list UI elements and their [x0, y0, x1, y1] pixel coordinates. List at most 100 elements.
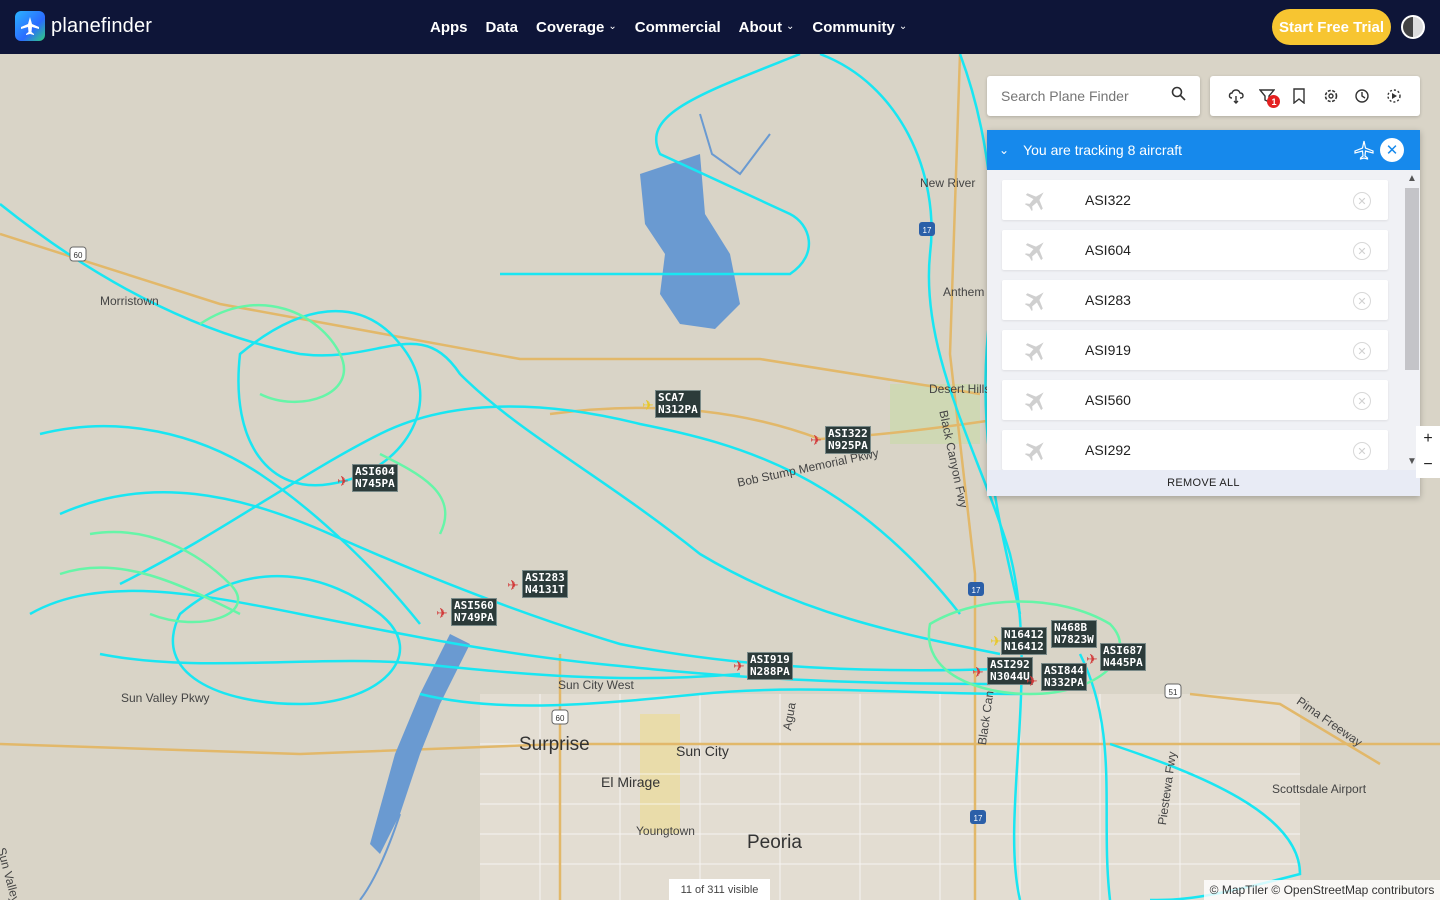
logo-text: planefinder: [51, 14, 153, 37]
start-free-trial-button[interactable]: Start Free Trial: [1272, 9, 1391, 45]
place-label: Sun Valley Pkwy: [121, 691, 210, 705]
settings-icon[interactable]: [1321, 86, 1341, 106]
aircraft-callsign: ASI560: [1085, 392, 1131, 408]
remove-icon[interactable]: ✕: [1353, 442, 1371, 460]
tracking-panel-header[interactable]: ⌄ You are tracking 8 aircraft ✕: [987, 130, 1420, 170]
route-shield-label: 17: [974, 814, 983, 823]
aircraft-callsign: ASI322: [1085, 192, 1131, 208]
aircraft-label[interactable]: ASI560 N749PA: [451, 598, 497, 626]
nav-apps-label: Apps: [430, 18, 468, 36]
place-label: Sun City West: [558, 678, 634, 692]
remove-all-button[interactable]: REMOVE ALL: [987, 470, 1420, 496]
place-label: Surprise: [519, 734, 590, 755]
aircraft-label[interactable]: ASI322 N925PA: [825, 426, 871, 454]
playback-icon[interactable]: [1384, 86, 1404, 106]
logo[interactable]: planefinder: [15, 11, 152, 41]
aircraft-label[interactable]: N16412 N16412: [1001, 627, 1047, 655]
list-item[interactable]: ASI919 ✕: [1002, 330, 1388, 370]
history-icon[interactable]: [1352, 86, 1372, 106]
route-shield-label: 60: [556, 714, 565, 723]
bookmark-icon[interactable]: [1289, 86, 1309, 106]
aircraft-icon[interactable]: ✈: [505, 577, 521, 593]
aircraft-label[interactable]: ASI283 N4131T: [522, 570, 568, 598]
list-item[interactable]: ASI292 ✕: [1002, 430, 1388, 470]
urban-area: [480, 694, 1300, 900]
registration: N925PA: [828, 439, 868, 452]
aircraft-icon[interactable]: ✈: [640, 397, 656, 413]
plane-icon: [1024, 338, 1048, 367]
search-input[interactable]: [1001, 88, 1161, 104]
nav-about[interactable]: About ⌄: [739, 19, 795, 36]
aircraft-label[interactable]: SCA7 N312PA: [655, 390, 701, 418]
remove-icon[interactable]: ✕: [1353, 242, 1371, 260]
aircraft-callsign: ASI292: [1085, 442, 1131, 458]
main-nav: Apps Data Coverage ⌄ Commercial About ⌄ Co…: [430, 0, 925, 54]
place-label: Scottsdale Airport: [1272, 782, 1367, 796]
search-box: [987, 76, 1200, 116]
aircraft-icon[interactable]: ✈: [970, 664, 986, 680]
route-shield-51: 51: [1164, 683, 1182, 699]
aircraft-label[interactable]: N468B N7823W: [1051, 620, 1097, 648]
list-item[interactable]: ASI322 ✕: [1002, 180, 1388, 220]
chevron-down-icon: ⌄: [785, 20, 795, 32]
aircraft-label[interactable]: ASI919 N288PA: [747, 652, 793, 680]
place-label: El Mirage: [601, 774, 661, 790]
nav-commercial[interactable]: Commercial: [635, 19, 721, 36]
registration: N445PA: [1103, 656, 1143, 669]
plane-icon: [1024, 388, 1048, 417]
remove-icon[interactable]: ✕: [1353, 192, 1371, 210]
nav-community-label: Community: [812, 18, 895, 36]
registration: N4131T: [525, 583, 565, 596]
close-icon[interactable]: ✕: [1380, 138, 1404, 162]
place-label: Morristown: [100, 294, 159, 308]
zoom-out-button[interactable]: −: [1423, 456, 1432, 474]
scroll-up-icon[interactable]: ▲: [1406, 173, 1418, 185]
filter-icon[interactable]: 1: [1257, 86, 1281, 108]
chevron-down-icon: ⌄: [898, 20, 908, 32]
aircraft-icon[interactable]: ✈: [731, 658, 747, 674]
nav-community[interactable]: Community ⌄: [812, 19, 907, 36]
registration: N332PA: [1044, 676, 1084, 689]
aircraft-icon[interactable]: ✈: [808, 432, 824, 448]
remove-icon[interactable]: ✕: [1353, 342, 1371, 360]
zoom-control: + −: [1416, 426, 1440, 478]
map-attribution[interactable]: © MapTiler © OpenStreetMap contributors: [1204, 880, 1440, 900]
aircraft-label[interactable]: ASI687 N445PA: [1100, 643, 1146, 671]
route-shield-60: 60: [69, 246, 87, 262]
search-icon[interactable]: [1171, 86, 1186, 106]
weather-icon[interactable]: [1226, 86, 1246, 106]
aircraft-icon[interactable]: ✈: [434, 605, 450, 621]
remove-icon[interactable]: ✕: [1353, 292, 1371, 310]
list-item[interactable]: ASI560 ✕: [1002, 380, 1388, 420]
aircraft-callsign: ASI919: [1085, 342, 1131, 358]
scrollbar-thumb[interactable]: [1405, 188, 1419, 370]
aircraft-label[interactable]: ASI844 N332PA: [1041, 663, 1087, 691]
aircraft-icon[interactable]: ✈: [335, 473, 351, 489]
chevron-down-icon[interactable]: ⌄: [999, 143, 1009, 157]
avatar[interactable]: [1401, 15, 1425, 39]
map-toolbar: 1: [1210, 76, 1420, 116]
nav-coverage[interactable]: Coverage ⌄: [536, 19, 617, 36]
plane-icon: [1024, 288, 1048, 317]
list-item[interactable]: ASI604 ✕: [1002, 230, 1388, 270]
nav-about-label: About: [738, 18, 782, 36]
place-label: Sun City: [676, 743, 729, 759]
plane-logo-icon: [15, 11, 45, 41]
nav-apps[interactable]: Apps: [430, 19, 468, 36]
aircraft-callsign: ASI283: [1085, 292, 1131, 308]
route-shield-label: 60: [74, 251, 83, 260]
list-item[interactable]: ASI283 ✕: [1002, 280, 1388, 320]
aircraft-icon[interactable]: ✈: [1024, 673, 1040, 689]
remove-icon[interactable]: ✕: [1353, 392, 1371, 410]
nav-data[interactable]: Data: [486, 19, 519, 36]
place-label: Youngtown: [636, 824, 695, 838]
visible-count: 11 of 311 visible: [669, 879, 770, 900]
place-label: New River: [920, 176, 976, 190]
registration: N749PA: [454, 611, 494, 624]
registration: N745PA: [355, 477, 395, 490]
route-shield-17: 17: [968, 582, 984, 596]
plane-icon: [1024, 188, 1048, 217]
aircraft-label[interactable]: ASI604 N745PA: [352, 464, 398, 492]
zoom-in-button[interactable]: +: [1423, 430, 1432, 448]
tracking-panel: ⌄ You are tracking 8 aircraft ✕ ASI322 ✕…: [987, 130, 1420, 496]
